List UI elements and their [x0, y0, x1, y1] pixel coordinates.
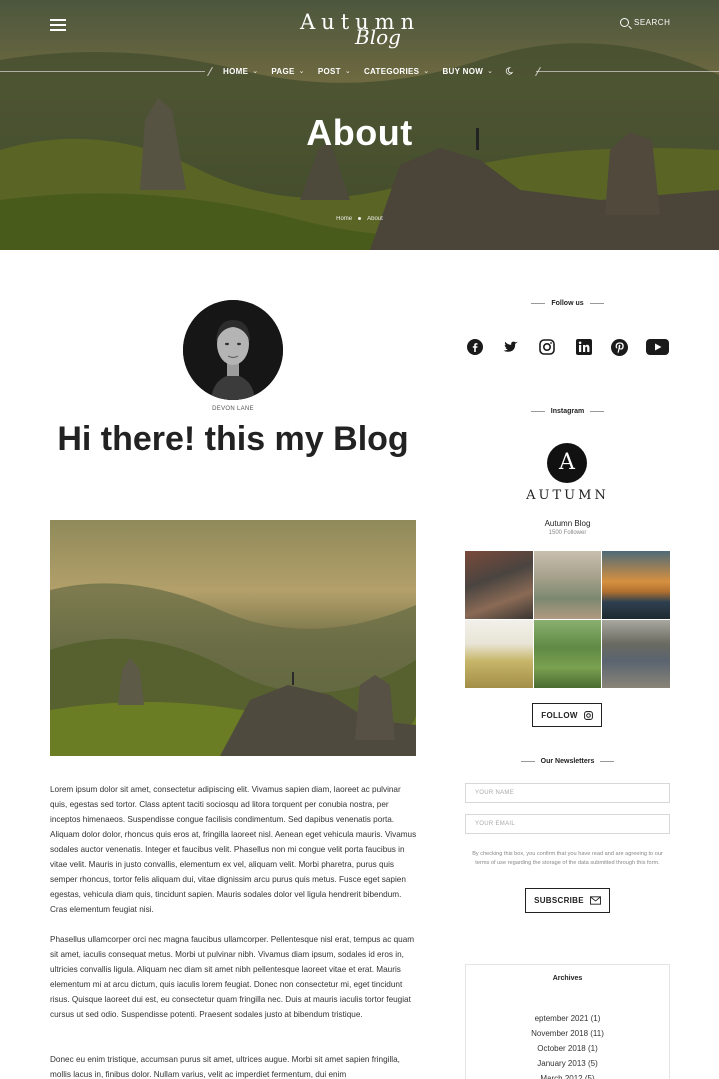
subscribe-button[interactable]: SUBSCRIBE — [525, 888, 610, 913]
instagram-photo[interactable] — [533, 620, 602, 688]
nav-item-categories[interactable]: CATEGORIES ⌄ — [364, 67, 429, 76]
article-paragraph: Donec eu enim tristique, accumsan purus … — [50, 1055, 400, 1079]
newsletter-heading: Our Newsletters — [465, 758, 670, 765]
instagram-photo[interactable] — [465, 551, 533, 619]
chevron-down-icon: ⌄ — [252, 68, 259, 75]
nav-item-buy-now[interactable]: BUY NOW ⌄ — [442, 67, 493, 76]
nav-slash-right — [535, 66, 542, 76]
heading-decoration — [530, 410, 545, 412]
instagram-profile-logo[interactable]: A — [547, 443, 587, 483]
youtube-icon[interactable] — [646, 337, 670, 357]
heading-label: Our Newsletters — [540, 758, 595, 765]
breadcrumb-home-link[interactable]: Home — [336, 216, 352, 222]
search-icon — [620, 18, 629, 27]
page-title: About — [306, 112, 413, 153]
chevron-down-icon: ⌄ — [487, 68, 494, 75]
instagram-photo[interactable] — [602, 620, 670, 688]
follow-button-label: FOLLOW — [541, 710, 578, 720]
archive-link[interactable]: March 2012 (5) — [466, 1071, 669, 1079]
instagram-icon[interactable] — [537, 337, 557, 357]
newsletter-email-input[interactable]: YOUR EMAIL — [465, 814, 670, 834]
author-name: DEVON LANE — [212, 406, 254, 412]
heading-decoration — [589, 302, 604, 304]
heading-decoration — [590, 410, 605, 412]
nav-divider-left — [0, 71, 205, 72]
instagram-account-name[interactable]: Autumn Blog — [465, 519, 670, 528]
archive-link[interactable]: January 2013 (5) — [466, 1056, 669, 1071]
nav-item-label: CATEGORIES — [363, 66, 420, 76]
instagram-icon — [583, 710, 593, 720]
instagram-wordmark: AUTUMN — [526, 488, 609, 503]
article-paragraph: Lorem ipsum dolor sit amet, consectetur … — [50, 785, 417, 914]
nav-item-label: PAGE — [271, 66, 295, 76]
breadcrumb: Home About — [0, 216, 719, 222]
twitter-icon[interactable] — [501, 337, 521, 357]
follow-us-heading: Follow us — [465, 300, 670, 307]
heading-decoration — [520, 760, 535, 762]
archive-link[interactable]: eptember 2021 (1) — [466, 1011, 669, 1026]
newsletter-consent-text: By checking this box, you confirm that y… — [472, 851, 663, 866]
subscribe-button-label: SUBSCRIBE — [534, 896, 584, 905]
nav-item-page[interactable]: PAGE ⌄ — [271, 67, 304, 76]
archives-widget: Archives eptember 2021 (1) November 2018… — [465, 964, 670, 1079]
social-links — [465, 336, 670, 358]
hamburger-menu-icon[interactable] — [50, 19, 66, 31]
pinterest-icon[interactable] — [610, 337, 630, 357]
instagram-follow-button[interactable]: FOLLOW — [532, 703, 602, 727]
archives-list: eptember 2021 (1) November 2018 (11) Oct… — [466, 1011, 669, 1079]
page: Autumn Blog SEARCH HOME ⌄ PAGE ⌄ POST ⌄ CAT… — [0, 0, 719, 1079]
breadcrumb-current: About — [367, 216, 383, 222]
chevron-down-icon: ⌄ — [423, 68, 430, 75]
newsletter-name-input[interactable]: YOUR NAME — [465, 783, 670, 803]
archives-heading: Archives — [552, 975, 583, 982]
nav-item-post[interactable]: POST ⌄ — [318, 67, 351, 76]
instagram-photo[interactable] — [602, 551, 670, 619]
heading-decoration — [600, 760, 615, 762]
chevron-down-icon: ⌄ — [344, 68, 351, 75]
heading-label: Instagram — [550, 408, 585, 415]
nav-item-label: HOME — [223, 66, 249, 76]
main-headline: Hi there! this my Blog — [57, 420, 409, 458]
linkedin-icon[interactable] — [574, 337, 594, 357]
search-button[interactable]: SEARCH — [620, 18, 670, 27]
article-paragraph: Phasellus ullamcorper orci nec magna fau… — [50, 935, 415, 1019]
chevron-down-icon: ⌄ — [298, 68, 305, 75]
archive-link[interactable]: October 2018 (1) — [466, 1041, 669, 1056]
instagram-photo[interactable] — [533, 551, 602, 619]
envelope-icon — [589, 896, 601, 905]
nav-divider-right — [536, 71, 719, 72]
nav-item-home[interactable]: HOME ⌄ — [223, 67, 258, 76]
instagram-heading: Instagram — [465, 408, 670, 415]
heading-label: Follow us — [551, 300, 584, 307]
nav-slash-left — [207, 66, 213, 76]
dark-mode-toggle-icon[interactable] — [505, 67, 514, 75]
nav-item-label: BUY NOW — [442, 66, 484, 76]
instagram-feed-grid — [465, 551, 670, 688]
instagram-follower-count: 1500 Follower — [548, 530, 587, 536]
nav-item-label: POST — [317, 66, 341, 76]
avatar — [183, 300, 283, 400]
hero-banner: Autumn Blog SEARCH HOME ⌄ PAGE ⌄ POST ⌄ CAT… — [0, 0, 719, 250]
heading-decoration — [531, 302, 546, 304]
facebook-icon[interactable] — [465, 337, 485, 357]
search-label: SEARCH — [634, 18, 671, 27]
archive-link[interactable]: November 2018 (11) — [466, 1026, 669, 1041]
article-featured-image — [50, 520, 416, 756]
instagram-photo[interactable] — [465, 620, 533, 688]
site-logo[interactable]: Autumn Blog — [300, 10, 420, 60]
main-navigation: HOME ⌄ PAGE ⌄ POST ⌄ CATEGORIES ⌄ BUY NOW ⌄ — [205, 64, 543, 78]
breadcrumb-separator — [358, 216, 362, 220]
